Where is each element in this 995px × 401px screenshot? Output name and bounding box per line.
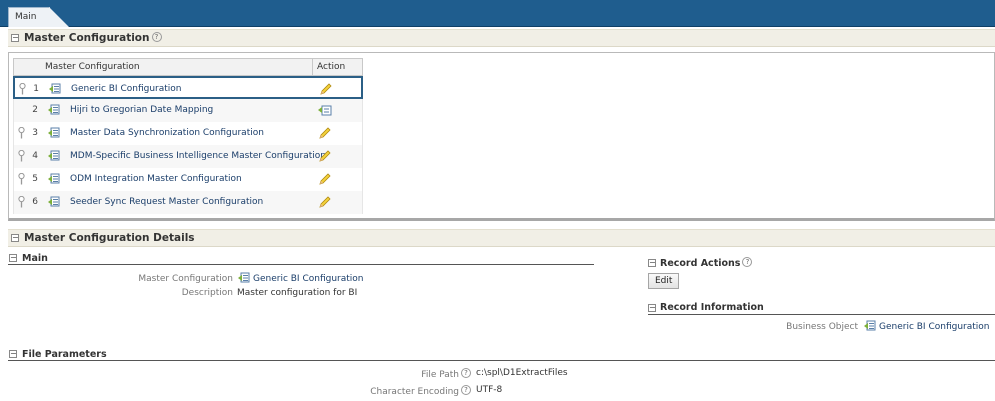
master-config-label: Master Configuration (138, 274, 233, 284)
edit-pencil-icon[interactable] (318, 126, 332, 140)
edit-button[interactable]: Edit (648, 273, 680, 289)
row-label-link[interactable]: ODM Integration Master Configuration (70, 174, 242, 184)
business-object-label: Business Object (786, 322, 858, 332)
pin-icon[interactable] (17, 195, 26, 208)
pin-icon[interactable] (17, 126, 26, 139)
table-row[interactable]: 1 Generic BI Configuration (13, 76, 363, 99)
row-label-link[interactable]: Hijri to Gregorian Date Mapping (70, 105, 213, 115)
object-icon (48, 104, 60, 115)
table-row[interactable]: 5 ODM Integration Master Configuration (13, 168, 363, 191)
object-icon (49, 83, 61, 94)
edit-pencil-icon[interactable] (318, 149, 332, 163)
pin-icon[interactable] (17, 149, 26, 162)
object-icon (864, 320, 876, 334)
tab-main[interactable]: Main (8, 7, 50, 27)
help-icon[interactable]: ? (461, 368, 471, 378)
row-label-link[interactable]: MDM-Specific Business Intelligence Maste… (70, 151, 326, 161)
details-panel: − Main Master Configuration Generic BI C… (8, 249, 995, 401)
row-number: 5 (32, 174, 38, 184)
help-icon[interactable]: ? (742, 257, 753, 267)
collapse-toggle-icon[interactable]: − (9, 350, 17, 358)
file-path-label: File Path (421, 370, 459, 380)
column-header-action[interactable]: Action (317, 62, 345, 72)
grid-body: 1 Generic BI Configuration 2 Hijri to Grego… (13, 76, 363, 214)
column-header-master-configuration[interactable]: Master Configuration (45, 62, 140, 72)
file-path-value: c:\spl\D1ExtractFiles (476, 368, 568, 378)
description-label: Description (181, 288, 233, 298)
tab-bar: Main (0, 0, 995, 27)
row-label-link[interactable]: Master Data Synchronization Configuratio… (70, 128, 264, 138)
business-object-value-link[interactable]: Generic BI Configuration (879, 322, 990, 332)
row-number: 3 (32, 128, 38, 138)
collapse-toggle-icon[interactable]: − (9, 254, 17, 262)
edit-pencil-icon[interactable] (318, 172, 332, 186)
table-row[interactable]: 4 MDM-Specific Business Intelligence Mast… (13, 145, 363, 168)
pin-icon[interactable] (17, 172, 26, 185)
details-section-header[interactable]: − Master Configuration Details (8, 229, 995, 247)
row-number: 4 (32, 151, 38, 161)
details-section-title: Master Configuration Details (24, 232, 195, 244)
object-icon (48, 127, 60, 138)
object-icon (48, 150, 60, 161)
tab-main-label: Main (15, 12, 37, 22)
character-encoding-label: Character Encoding (370, 387, 459, 397)
object-icon (48, 173, 60, 184)
collapse-toggle-icon[interactable]: − (11, 34, 19, 42)
master-config-section-header[interactable]: − Master Configuration? (8, 29, 995, 47)
table-row[interactable]: 6 Seeder Sync Request Master Configuratio… (13, 191, 363, 214)
record-actions-title: Record Actions (660, 258, 741, 269)
section-title: Master Configuration (24, 32, 150, 44)
collapse-toggle-icon[interactable]: − (11, 234, 19, 242)
row-label-link[interactable]: Generic BI Configuration (71, 84, 182, 94)
character-encoding-value: UTF-8 (476, 385, 503, 395)
divider (8, 360, 995, 361)
record-information-title: Record Information (660, 302, 764, 313)
column-separator (312, 59, 313, 76)
main-group-title: Main (22, 253, 48, 264)
divider (648, 314, 995, 315)
pin-icon[interactable] (18, 82, 27, 95)
collapse-toggle-icon[interactable]: − (648, 304, 656, 312)
master-config-list-panel: Master Configuration Action 1 Generic BI … (8, 52, 995, 221)
object-icon (238, 272, 250, 286)
file-parameters-title: File Parameters (22, 349, 107, 360)
row-number: 6 (32, 197, 38, 207)
help-icon[interactable]: ? (151, 32, 162, 42)
row-label-link[interactable]: Seeder Sync Request Master Configuration (70, 197, 263, 207)
row-number: 2 (32, 105, 38, 115)
description-value: Master configuration for BI (237, 288, 358, 298)
grid-header: Master Configuration Action (13, 58, 363, 76)
divider (8, 264, 594, 265)
add-record-icon[interactable] (318, 103, 332, 117)
table-row[interactable]: 3 Master Data Synchronization Configurati… (13, 122, 363, 145)
master-config-grid: Master Configuration Action 1 Generic BI … (13, 58, 363, 214)
table-row[interactable]: 2 Hijri to Gregorian Date Mapping (13, 99, 363, 122)
edit-pencil-icon[interactable] (319, 82, 333, 96)
help-icon[interactable]: ? (461, 385, 471, 395)
master-config-value-link[interactable]: Generic BI Configuration (253, 274, 364, 284)
collapse-toggle-icon[interactable]: − (648, 259, 656, 267)
edit-pencil-icon[interactable] (318, 195, 332, 209)
row-number: 1 (33, 84, 39, 94)
tab-corner (49, 7, 69, 27)
object-icon (48, 196, 60, 207)
